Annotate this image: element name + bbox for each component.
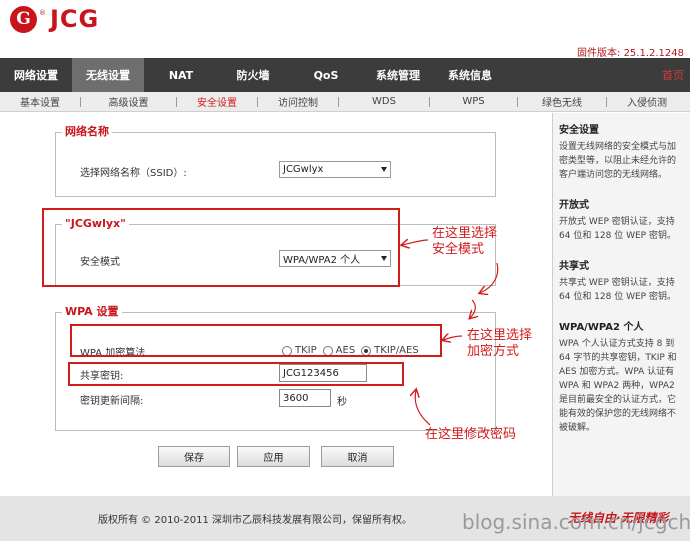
help-wpa: WPA/WPA2 个人 WPA 个人认证方式支持 8 到 64 字节的共享密钥，… [559, 318, 684, 435]
annotation-cipher-line1: 在这里选择 [467, 328, 533, 343]
router-admin-page: G ® JCG 固件版本: 25.1.2.1248 网络设置 无线设置 NAT … [0, 0, 690, 541]
arrow-to-cipher [443, 336, 463, 340]
apply-button[interactable]: 应用 [237, 446, 310, 467]
annotation-key-note: 在这里修改密码 [425, 427, 517, 442]
annotation-cipher-line2: 加密方式 [467, 344, 520, 359]
arrow-to-psk [415, 390, 431, 426]
help-shared-body: 共享式 WEP 密钥认证，支持 64 位和 128 位 WEP 密钥。 [559, 278, 676, 302]
help-security: 安全设置 设置无线网络的安全模式与加密类型等，以阻止未经允许的客户端访问您的无线… [559, 121, 684, 182]
arrow-curve-top [480, 262, 499, 293]
annotation-mode-line1: 在这里选择 [432, 226, 498, 241]
cancel-button[interactable]: 取消 [321, 446, 394, 467]
blog-watermark: blog.sina.com.cn/jcgch [462, 510, 690, 534]
help-panel: 安全设置 设置无线网络的安全模式与加密类型等，以阻止未经允许的客户端访问您的无线… [552, 113, 690, 496]
help-open-title: 开放式 [559, 200, 589, 211]
help-open: 开放式 开放式 WEP 密钥认证，支持 64 位和 128 位 WEP 密钥。 [559, 196, 684, 243]
arrow-curve-middle [470, 299, 475, 318]
help-shared-title: 共享式 [559, 261, 589, 272]
help-security-body: 设置无线网络的安全模式与加密类型等，以阻止未经允许的客户端访问您的无线网络。 [559, 142, 677, 180]
help-open-body: 开放式 WEP 密钥认证，支持 64 位和 128 位 WEP 密钥。 [559, 217, 676, 241]
arrow-to-security-mode [402, 240, 429, 245]
help-wpa-title: WPA/WPA2 个人 [559, 322, 644, 333]
help-wpa-body: WPA 个人认证方式支持 8 到 64 字节的共享密钥，TKIP 和 AES 加… [559, 339, 677, 433]
help-shared: 共享式 共享式 WEP 密钥认证，支持 64 位和 128 位 WEP 密钥。 [559, 257, 684, 304]
save-button[interactable]: 保存 [158, 446, 230, 467]
help-security-title: 安全设置 [559, 125, 599, 136]
annotation-mode-line2: 安全模式 [432, 242, 485, 257]
copyright-text: 版权所有 © 2010-2011 深圳市乙辰科技发展有限公司，保留所有权。 [98, 515, 413, 526]
